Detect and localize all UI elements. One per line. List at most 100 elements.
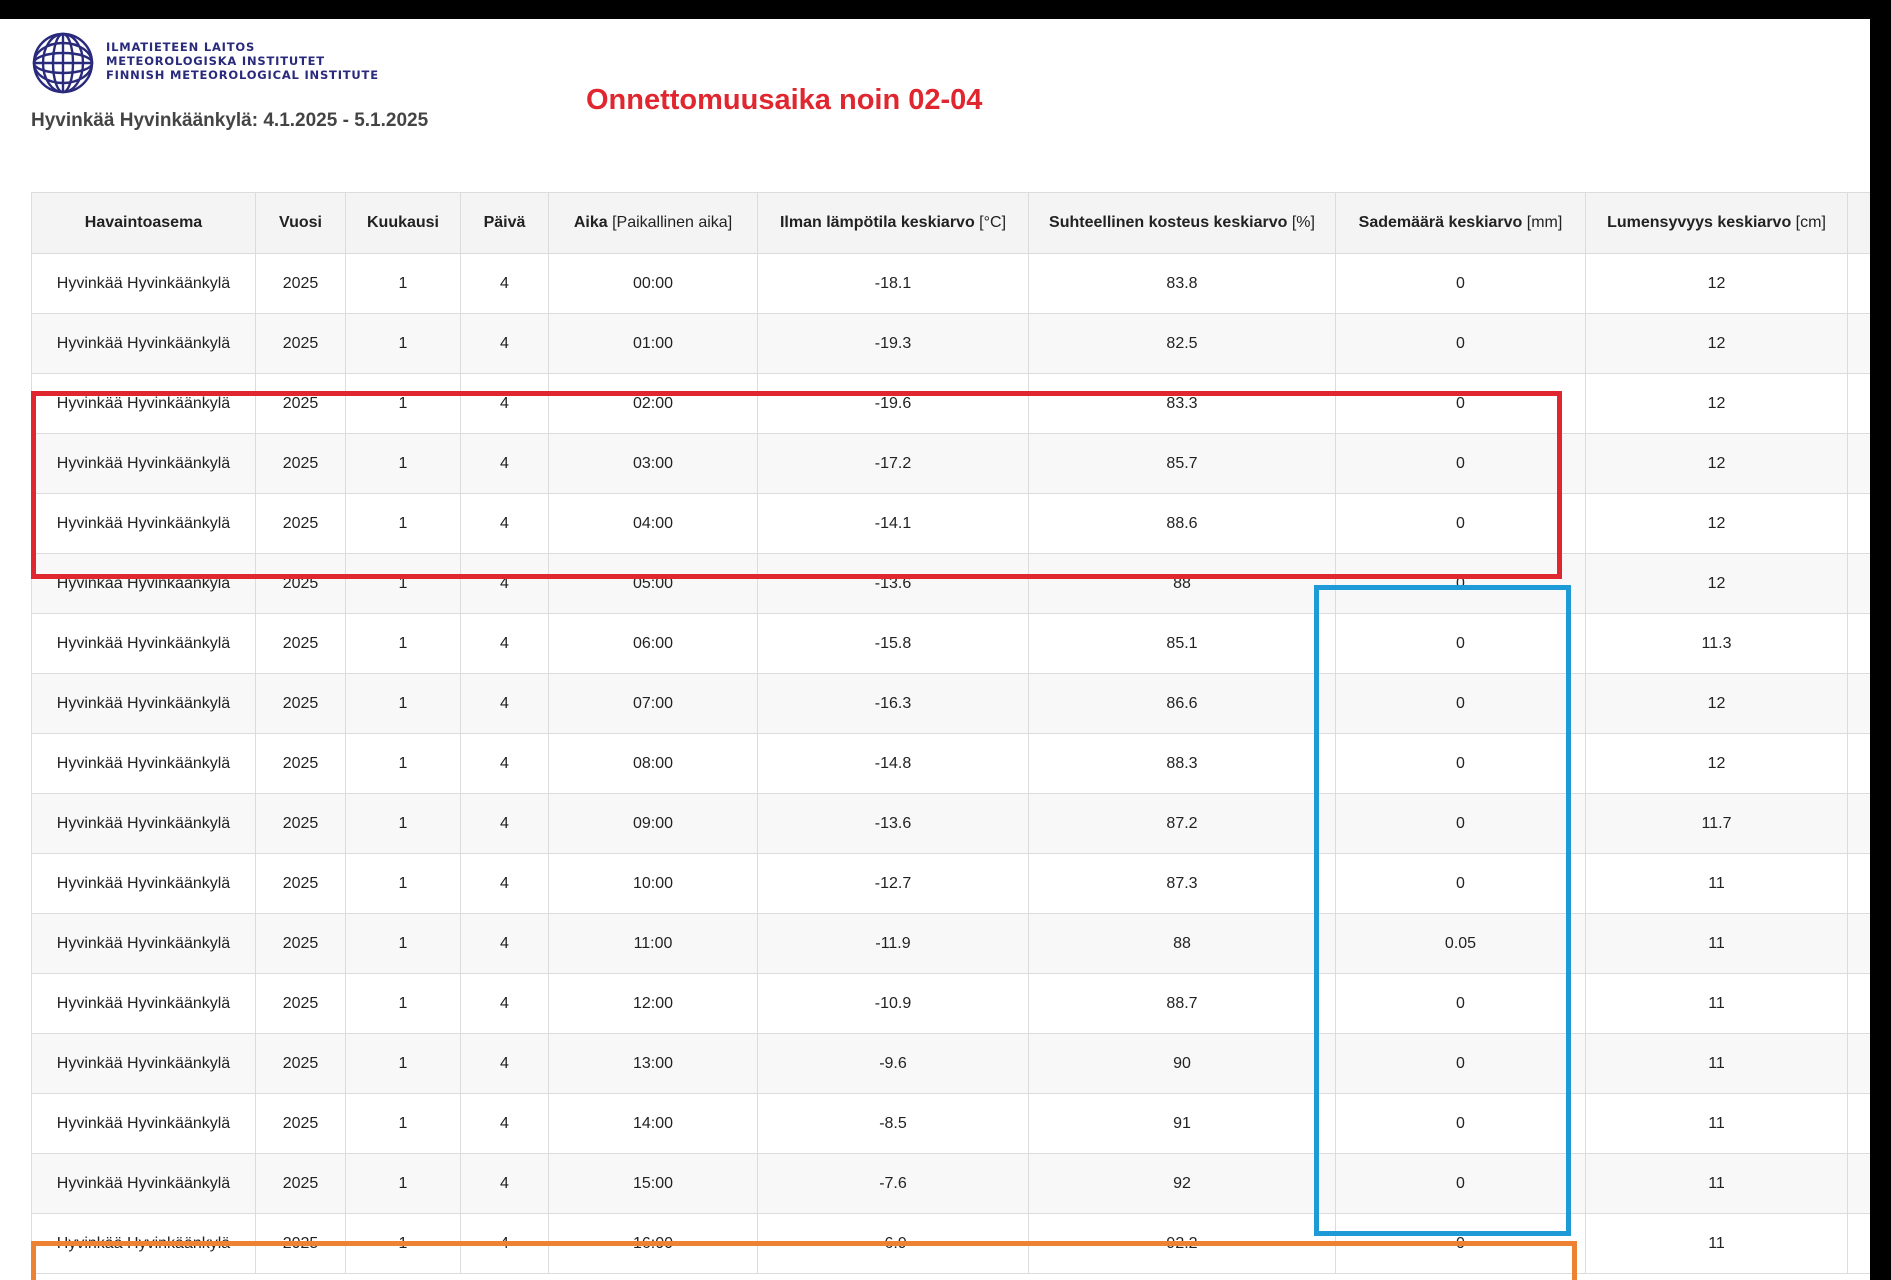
column-header[interactable]: Suhteellinen kosteus keskiarvo [%] [1028, 192, 1336, 254]
table-cell: 92 [1028, 1153, 1336, 1214]
table-row: Hyvinkää Hyvinkäänkylä 2025 1 4 02:00 -19.6 83… [31, 373, 1870, 434]
column-header-unit: [%] [1291, 214, 1315, 231]
table-cell: 4 [460, 973, 549, 1034]
table-cell: Hyvinkää Hyvinkäänkylä [31, 373, 256, 434]
column-header[interactable]: Ilman lämpötila keskiarvo [°C] [757, 192, 1029, 254]
table-cell: Hyvinkää Hyvinkäänkylä [31, 913, 256, 974]
column-header[interactable]: Sademäärä keskiarvo [mm] [1335, 192, 1586, 254]
column-header[interactable]: Tuu [1847, 192, 1870, 254]
table-cell: 2025 [255, 553, 346, 614]
table-body: Hyvinkää Hyvinkäänkylä 2025 1 4 00:00 -18.1 83… [31, 253, 1870, 1274]
column-header-label: Sademäärä keskiarvo [1358, 214, 1523, 231]
table-cell: 0 [1335, 313, 1586, 374]
table-cell: 4 [460, 433, 549, 494]
table-cell: 0 [1335, 253, 1586, 314]
column-header-label: Vuosi [279, 214, 322, 231]
table-cell: Hyvinkää Hyvinkäänkylä [31, 553, 256, 614]
table-cell: -12.7 [757, 853, 1029, 914]
table-cell: 88.7 [1028, 973, 1336, 1034]
table-cell: 0 [1335, 613, 1586, 674]
table-row: Hyvinkää Hyvinkäänkylä 2025 1 4 04:00 -14.1 88… [31, 493, 1870, 554]
table-cell: 0 [1335, 373, 1586, 434]
column-header-label: Päivä [483, 214, 526, 231]
table-cell: 0 [1335, 793, 1586, 854]
column-header[interactable]: Vuosi [255, 192, 346, 254]
table-cell: 4 [460, 613, 549, 674]
table-cell: 1 [345, 373, 461, 434]
table-cell: 2025 [255, 313, 346, 374]
column-header[interactable]: Havaintoasema [31, 192, 256, 254]
table-cell: 1 [345, 733, 461, 794]
table-cell: 86.6 [1028, 673, 1336, 734]
table-cell: 2025 [255, 253, 346, 314]
table-cell: 12 [1585, 253, 1848, 314]
table-row: Hyvinkää Hyvinkäänkylä 2025 1 4 16:00 -6.9 92.… [31, 1213, 1870, 1274]
table-row: Hyvinkää Hyvinkäänkylä 2025 1 4 01:00 -19.3 82… [31, 313, 1870, 374]
table-cell: 14:00 [548, 1093, 758, 1154]
table-cell: 0 [1335, 1093, 1586, 1154]
table-cell: 0 [1335, 493, 1586, 554]
table-cell: 0 [1335, 1213, 1586, 1274]
table-cell [1847, 793, 1870, 854]
table-row: Hyvinkää Hyvinkäänkylä 2025 1 4 15:00 -7.6 92 0… [31, 1153, 1870, 1214]
column-header[interactable]: Kuukausi [345, 192, 461, 254]
column-header[interactable]: Aika [Paikallinen aika] [548, 192, 758, 254]
table-cell [1847, 733, 1870, 794]
table-cell [1847, 853, 1870, 914]
table-cell: 88 [1028, 913, 1336, 974]
station-date-range-title: Hyvinkää Hyvinkäänkylä: 4.1.2025 - 5.1.2… [31, 110, 429, 131]
table-cell: 13:00 [548, 1033, 758, 1094]
table-cell: 2025 [255, 1033, 346, 1094]
table-cell: Hyvinkää Hyvinkäänkylä [31, 1153, 256, 1214]
table-cell: Hyvinkää Hyvinkäänkylä [31, 673, 256, 734]
table-cell: 4 [460, 793, 549, 854]
table-cell [1847, 1033, 1870, 1094]
table-cell: 90 [1028, 1033, 1336, 1094]
table-cell: 11.3 [1585, 613, 1848, 674]
table-cell: 88.3 [1028, 733, 1336, 794]
table-cell [1847, 1153, 1870, 1214]
table-cell: 2025 [255, 1213, 346, 1274]
table-cell: 4 [460, 553, 549, 614]
table-cell: 0 [1335, 433, 1586, 494]
table-cell: -16.3 [757, 673, 1029, 734]
table-cell: 4 [460, 673, 549, 734]
accident-time-annotation: Onnettomuusaika noin 02-04 [586, 84, 983, 116]
table-cell: 83.3 [1028, 373, 1336, 434]
table-cell [1847, 1213, 1870, 1274]
header-row: Havaintoasema Vuosi Kuukausi Päivä Aika [Pai… [31, 192, 1870, 254]
table-cell [1847, 1093, 1870, 1154]
table-cell: Hyvinkää Hyvinkäänkylä [31, 313, 256, 374]
table-cell [1847, 373, 1870, 434]
table-cell: 0 [1335, 673, 1586, 734]
table-cell: -6.9 [757, 1213, 1029, 1274]
table-cell: 11 [1585, 973, 1848, 1034]
table-cell: 4 [460, 733, 549, 794]
table-row: Hyvinkää Hyvinkäänkylä 2025 1 4 06:00 -15.8 85… [31, 613, 1870, 674]
table-cell: 1 [345, 253, 461, 314]
column-header-unit: [cm] [1795, 214, 1826, 231]
table-cell: 88.6 [1028, 493, 1336, 554]
column-header[interactable]: Lumensyvyys keskiarvo [cm] [1585, 192, 1848, 254]
table-cell: -9.6 [757, 1033, 1029, 1094]
table-row: Hyvinkää Hyvinkäänkylä 2025 1 4 05:00 -13.6 88… [31, 553, 1870, 614]
column-header-label: Havaintoasema [84, 214, 203, 231]
table-header: Havaintoasema Vuosi Kuukausi Päivä Aika [Pai… [31, 192, 1870, 254]
table-cell: 91 [1028, 1093, 1336, 1154]
table-cell: 4 [460, 1153, 549, 1214]
table-cell [1847, 253, 1870, 314]
page-canvas: ILMATIETEEN LAITOS METEOROLOGISKA INSTIT… [0, 19, 1870, 1280]
table-cell [1847, 913, 1870, 974]
table-row: Hyvinkää Hyvinkäänkylä 2025 1 4 11:00 -11.9 88… [31, 913, 1870, 974]
table-cell: 04:00 [548, 493, 758, 554]
table-cell: -13.6 [757, 793, 1029, 854]
table-cell: 2025 [255, 853, 346, 914]
table-cell: 05:00 [548, 553, 758, 614]
column-header[interactable]: Päivä [460, 192, 549, 254]
table-cell: 1 [345, 493, 461, 554]
table-cell: 4 [460, 1093, 549, 1154]
table-cell: 1 [345, 1213, 461, 1274]
column-header-label: Lumensyvyys keskiarvo [1607, 214, 1792, 231]
column-header-unit: [°C] [979, 214, 1007, 231]
table-cell: 4 [460, 253, 549, 314]
